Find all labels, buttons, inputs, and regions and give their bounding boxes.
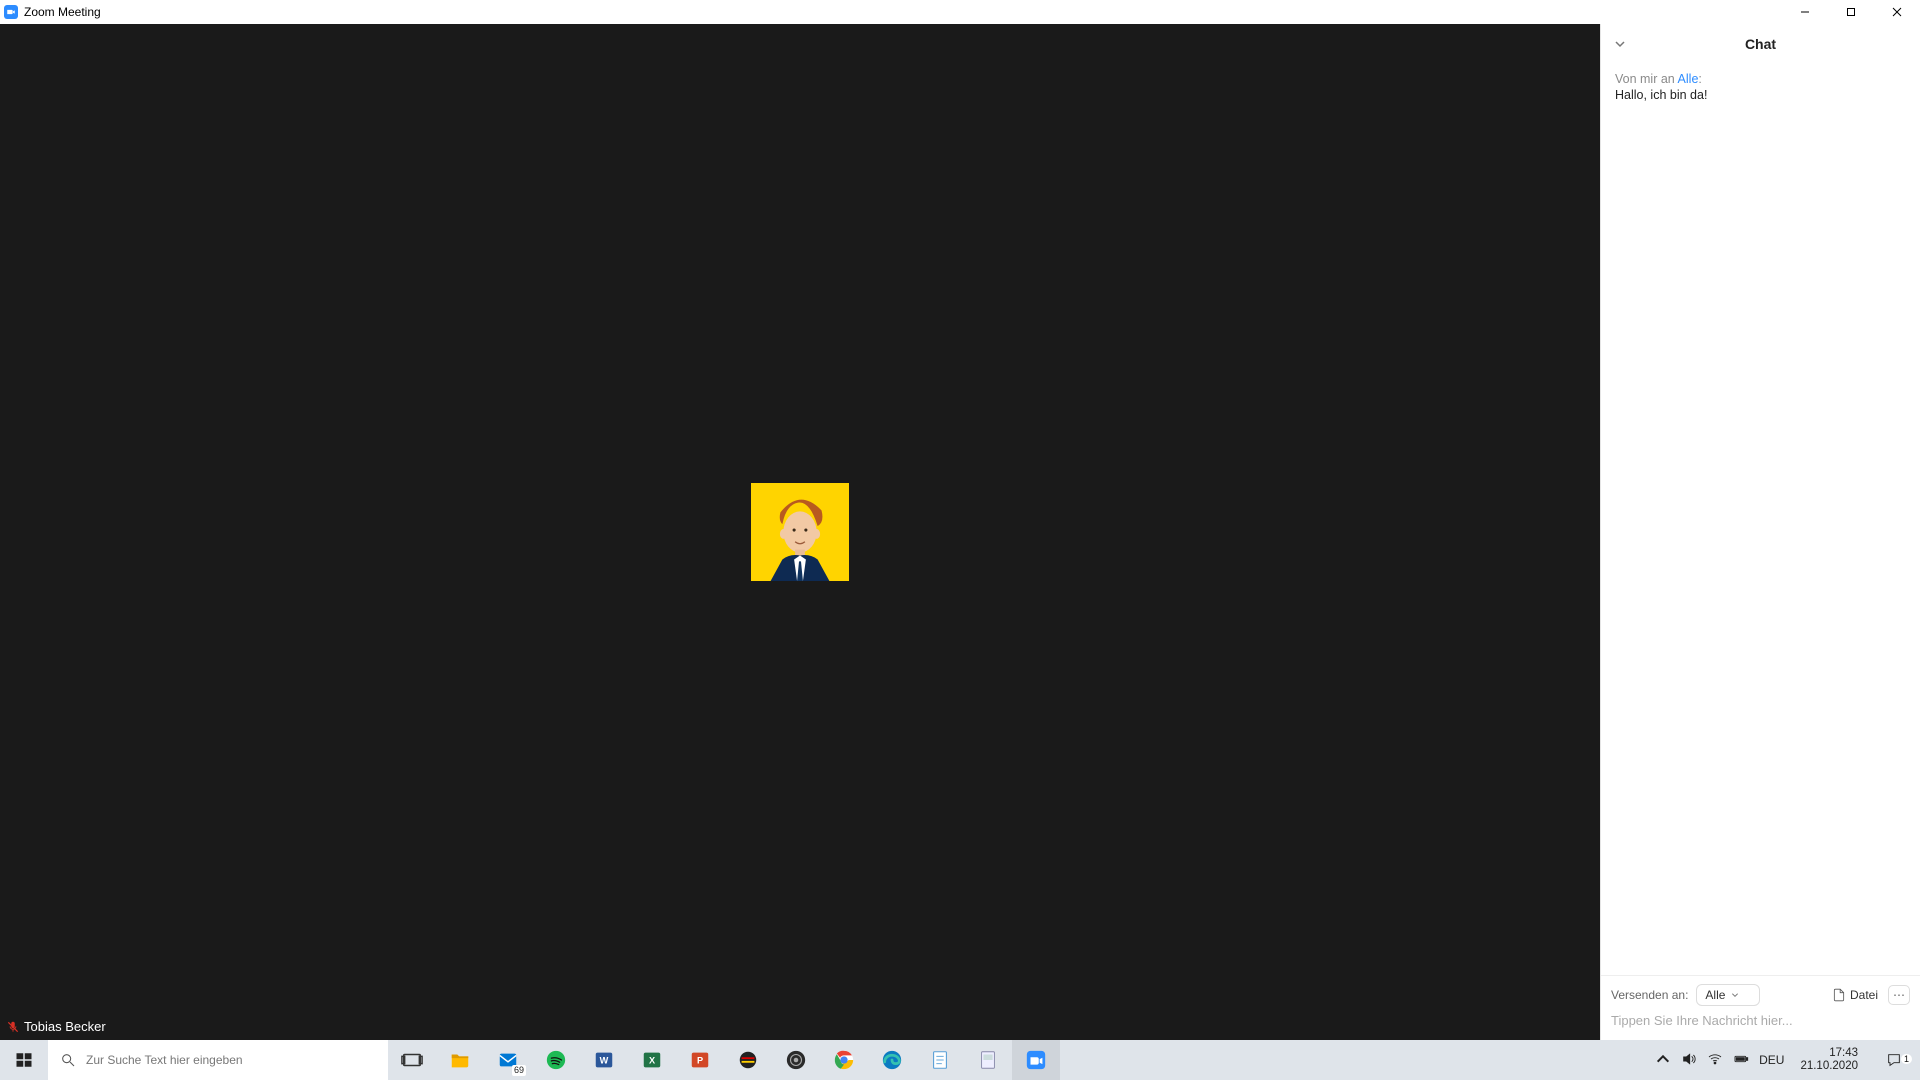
taskbar-search[interactable]: Zur Suche Text hier eingeben — [48, 1040, 388, 1080]
chrome-icon — [833, 1049, 855, 1071]
chat-message-suffix: : — [1698, 72, 1701, 86]
svg-text:W: W — [600, 1056, 609, 1066]
chat-more-button[interactable]: ⋯ — [1888, 985, 1910, 1005]
chat-messages[interactable]: Von mir an Alle: Hallo, ich bin da! — [1601, 64, 1920, 975]
chat-panel: Chat Von mir an Alle: Hallo, ich bin da!… — [1600, 24, 1920, 1040]
window-title-bar: Zoom Meeting — [0, 0, 1920, 24]
taskbar-taskview[interactable] — [388, 1040, 436, 1080]
chat-file-button[interactable]: Datei — [1832, 988, 1878, 1002]
taskbar-edge[interactable] — [868, 1040, 916, 1080]
chat-message-recipient: Alle — [1678, 72, 1699, 86]
window-title: Zoom Meeting — [24, 5, 101, 19]
chevron-down-icon — [1731, 991, 1739, 999]
taskbar-search-placeholder: Zur Suche Text hier eingeben — [86, 1053, 243, 1067]
chat-footer: Versenden an: Alle Datei ⋯ — [1601, 975, 1920, 1040]
taskbar-excel[interactable]: X — [628, 1040, 676, 1080]
start-button[interactable] — [0, 1040, 48, 1080]
chat-recipient-select[interactable]: Alle — [1696, 984, 1760, 1006]
title-left: Zoom Meeting — [4, 5, 101, 19]
taskview-icon — [401, 1049, 423, 1071]
chevron-up-icon — [1655, 1051, 1671, 1067]
taskbar-word[interactable]: W — [580, 1040, 628, 1080]
tray-clock[interactable]: 17:43 21.10.2020 — [1794, 1047, 1864, 1073]
tray-notifications[interactable]: 1 — [1874, 1052, 1914, 1068]
tray-wifi[interactable] — [1707, 1051, 1723, 1070]
chat-message-text: Hallo, ich bin da! — [1615, 88, 1906, 102]
svg-text:P: P — [697, 1056, 703, 1066]
windows-logo-icon — [15, 1051, 33, 1069]
chat-input[interactable] — [1611, 1013, 1910, 1028]
tray-date: 21.10.2020 — [1800, 1060, 1858, 1073]
taskbar-app-generic-2[interactable] — [964, 1040, 1012, 1080]
notification-icon — [1886, 1052, 1902, 1068]
chat-collapse-button[interactable] — [1611, 35, 1629, 53]
participant-avatar — [751, 483, 849, 581]
participant-name-label: Tobias Becker — [4, 1017, 112, 1036]
taskbar-powerpoint[interactable]: P — [676, 1040, 724, 1080]
taskbar-explorer[interactable] — [436, 1040, 484, 1080]
chat-send-to-label: Versenden an: — [1611, 988, 1688, 1002]
windows-taskbar: Zur Suche Text hier eingeben 69 W X — [0, 1040, 1920, 1080]
chat-send-to: Versenden an: Alle — [1611, 984, 1760, 1006]
participant-name: Tobias Becker — [24, 1019, 106, 1034]
wifi-icon — [1707, 1051, 1723, 1067]
taskbar-mail[interactable]: 69 — [484, 1040, 532, 1080]
volume-icon — [1681, 1051, 1697, 1067]
search-icon — [60, 1052, 76, 1068]
taskbar-app-icons: 69 W X P — [388, 1040, 1060, 1080]
chat-message-meta: Von mir an Alle: — [1615, 72, 1906, 86]
taskbar-notepad[interactable] — [916, 1040, 964, 1080]
chat-title: Chat — [1745, 36, 1776, 52]
edge-icon — [881, 1049, 903, 1071]
taskbar-zoom[interactable] — [1012, 1040, 1060, 1080]
taskbar-spotify[interactable] — [532, 1040, 580, 1080]
word-icon: W — [593, 1049, 615, 1071]
tray-time: 17:43 — [1800, 1047, 1858, 1060]
system-tray: DEU 17:43 21.10.2020 1 — [1645, 1047, 1920, 1073]
generic-doc-icon — [977, 1049, 999, 1071]
mic-muted-icon — [6, 1020, 20, 1034]
chat-recipient-value: Alle — [1705, 988, 1725, 1002]
main-area: Tobias Becker Chat Von mir an Alle: Hall… — [0, 24, 1920, 1040]
battery-icon — [1733, 1051, 1749, 1067]
tray-volume[interactable] — [1681, 1051, 1697, 1070]
chat-send-row: Versenden an: Alle Datei ⋯ — [1611, 984, 1910, 1006]
obs-icon — [785, 1049, 807, 1071]
window-close-button[interactable] — [1874, 0, 1920, 24]
taskbar-obs[interactable] — [772, 1040, 820, 1080]
notepad-icon — [929, 1049, 951, 1071]
window-controls — [1782, 0, 1920, 24]
tray-overflow[interactable] — [1655, 1051, 1671, 1070]
excel-icon: X — [641, 1049, 663, 1071]
window-minimize-button[interactable] — [1782, 0, 1828, 24]
video-area[interactable]: Tobias Becker — [0, 24, 1600, 1040]
zoom-icon — [1025, 1049, 1047, 1071]
file-icon — [1832, 988, 1846, 1002]
mail-badge: 69 — [512, 1065, 526, 1076]
spotify-icon — [545, 1049, 567, 1071]
circle-flag-icon — [737, 1049, 759, 1071]
taskbar-app-generic-1[interactable] — [724, 1040, 772, 1080]
folder-icon — [449, 1049, 471, 1071]
taskbar-left: Zur Suche Text hier eingeben 69 W X — [0, 1040, 1060, 1080]
chat-message-prefix: Von mir an — [1615, 72, 1678, 86]
chat-footer-right: Datei ⋯ — [1832, 985, 1910, 1005]
zoom-app-icon — [4, 5, 18, 19]
chat-file-label: Datei — [1850, 988, 1878, 1002]
chat-message: Von mir an Alle: Hallo, ich bin da! — [1615, 72, 1906, 102]
taskbar-chrome[interactable] — [820, 1040, 868, 1080]
tray-language[interactable]: DEU — [1759, 1053, 1784, 1067]
svg-text:X: X — [649, 1056, 656, 1066]
notification-count: 1 — [1901, 1054, 1912, 1064]
tray-battery[interactable] — [1733, 1051, 1749, 1070]
window-maximize-button[interactable] — [1828, 0, 1874, 24]
chat-header: Chat — [1601, 24, 1920, 64]
powerpoint-icon: P — [689, 1049, 711, 1071]
